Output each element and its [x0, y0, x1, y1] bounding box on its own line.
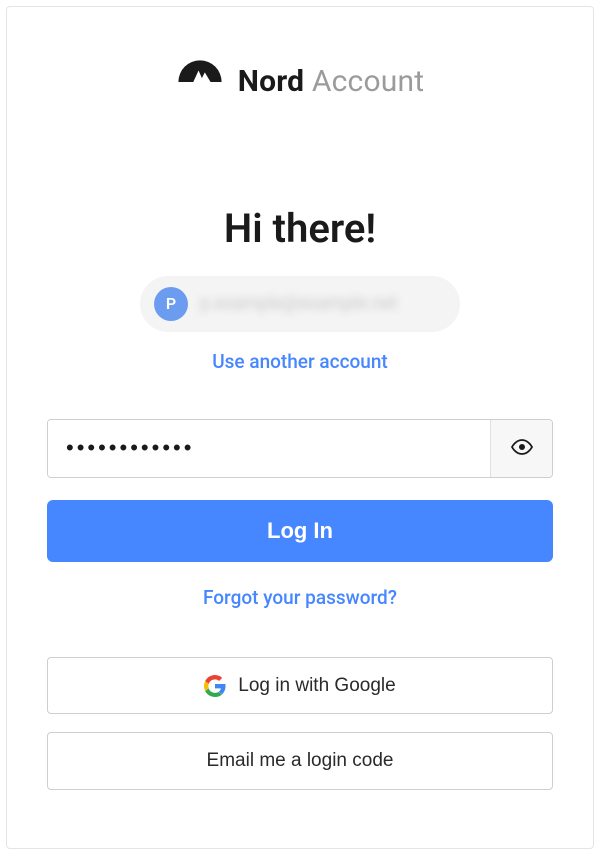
email-code-button-label: Email me a login code	[207, 750, 394, 772]
brand-suffix: Account	[312, 64, 424, 99]
login-card: Nord Account Hi there! P p.example@examp…	[6, 6, 594, 849]
google-icon	[204, 675, 226, 697]
toggle-password-visibility-button[interactable]	[490, 420, 552, 478]
logo-row: Nord Account	[47, 57, 553, 105]
email-login-code-button[interactable]: Email me a login code	[47, 732, 553, 790]
brand-name: Nord	[238, 64, 305, 99]
password-input[interactable]	[48, 420, 490, 478]
account-email: p.example@example.net	[200, 293, 397, 314]
login-button[interactable]: Log In	[47, 500, 553, 562]
nord-logo-icon	[176, 57, 224, 105]
password-field-row	[47, 419, 553, 479]
use-another-account-link[interactable]: Use another account	[47, 350, 553, 373]
greeting-heading: Hi there!	[47, 205, 553, 252]
login-with-google-button[interactable]: Log in with Google	[47, 657, 553, 715]
logo-text: Nord Account	[238, 64, 425, 99]
eye-icon	[510, 435, 534, 462]
forgot-password-link[interactable]: Forgot your password?	[47, 586, 553, 609]
google-button-label: Log in with Google	[238, 675, 395, 697]
account-pill[interactable]: P p.example@example.net	[140, 276, 460, 332]
avatar: P	[154, 287, 188, 321]
